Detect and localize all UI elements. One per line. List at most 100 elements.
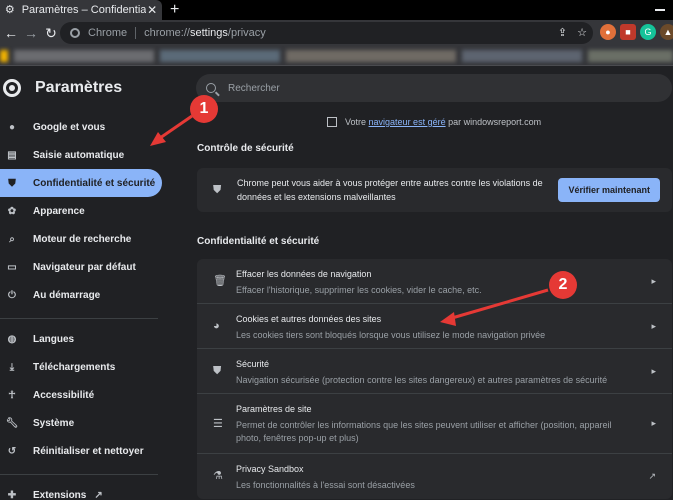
sidebar-item-label: Navigateur par défaut [33,261,136,273]
setting-name: Sécurité [236,359,270,369]
sidebar-item-default-browser[interactable]: ▭ Navigateur par défaut [0,253,164,281]
shield-check-icon: ⛊ [213,184,222,196]
sidebar-item-reset[interactable]: ↺ Réinitialiser et nettoyer [0,437,164,465]
chrome-logo [3,79,21,97]
annotation-badge-1: 1 [190,95,218,123]
divider [135,27,137,39]
chevron-right-icon: ▸ [651,366,656,376]
setting-name: Paramètres de site [236,404,312,414]
sidebar-item-label: Apparence [33,205,85,217]
download-icon: ⤓ [9,361,15,373]
sidebar-item-label: Système [33,417,75,429]
toolbar: ← → ↻ Chrome chrome:// settings /privacy… [0,20,673,46]
sidebar-item-label: Téléchargements [33,361,116,373]
wrench-icon: 🔧︎ [5,417,19,429]
history-icon: ↺ [7,445,17,457]
search-icon: ⌕ [9,233,15,245]
setting-description: Les fonctionnalités à l'essai sont désac… [236,480,415,490]
extension-icons: ● ■ G ▲ [600,24,673,40]
annotation-badge-2: 2 [549,271,577,299]
sidebar-item-label: Confidentialité et sécurité [33,177,156,189]
check-now-button[interactable]: Vérifier maintenant [558,178,660,202]
trash-icon: 🗑︎ [213,275,227,287]
palette-icon: ✿ [7,205,17,217]
setting-name: Effacer les données de navigation [236,269,372,279]
managed-suffix: par windowsreport.com [448,117,542,127]
grammarly-icon[interactable]: G [640,24,656,40]
shield-icon: ⛊ [8,177,16,189]
sidebar-item-label: Moteur de recherche [33,233,132,245]
back-button[interactable]: ← [2,24,20,42]
sidebar-item-google[interactable]: ● Google et vous [0,113,164,141]
sidebar-item-label: Langues [33,333,75,345]
external-link-icon: ↗ [94,489,103,500]
extension-icon[interactable]: ● [600,24,616,40]
shield-icon: ⛊ [213,365,222,377]
blurred-bookmarks [462,50,582,62]
sidebar-item-label: Saisie automatique [33,149,125,161]
power-icon: ⏻ [8,289,16,301]
address-bar[interactable]: Chrome chrome:// settings /privacy ⇪ ☆ [60,22,593,44]
bookmarks-bar [0,46,673,66]
person-icon: ● [8,121,16,133]
star-icon[interactable]: ☆ [577,26,587,39]
search-icon [206,83,216,93]
flask-icon: ⚗ [213,470,223,482]
setting-row-cookies[interactable]: ◕ Cookies et autres données des sites Le… [197,304,672,349]
chrome-icon [70,28,80,38]
puzzle-icon: ✚ [7,489,17,500]
chevron-right-icon: ▸ [651,276,656,286]
sidebar-item-privacy[interactable]: ⛊ Confidentialité et sécurité [0,169,162,197]
close-icon[interactable]: ✕ [146,3,158,17]
setting-description: Navigation sécurisée (protection contre … [236,375,608,385]
globe-icon: ◍ [7,333,17,345]
extension-icon[interactable]: ■ [620,24,636,40]
tab-title: Paramètres – Confidentialité et sé [21,4,147,16]
url-prefix: chrome:// [144,27,190,39]
share-icon[interactable]: ⇪ [558,26,567,39]
sidebar-item-autofill[interactable]: ▤ Saisie automatique [0,141,164,169]
sidebar-item-label: Réinitialiser et nettoyer [33,445,144,457]
browser-icon: ▭ [7,261,17,273]
tab-settings[interactable]: ⚙ Paramètres – Confidentialité et sé ✕ [0,0,162,20]
sidebar-item-label: Google et vous [33,121,106,133]
forward-button[interactable]: → [22,24,40,42]
blurred-bookmarks [286,50,456,62]
sidebar: ● Google et vous ▤ Saisie automatique ⛊ … [0,113,164,500]
sidebar-item-system[interactable]: 🔧︎ Système [0,409,164,437]
minimize-icon[interactable] [655,3,665,11]
sidebar-item-extensions[interactable]: ✚ Extensions ↗ [0,481,164,500]
section-title-safety: Contrôle de sécurité [197,143,294,154]
sidebar-item-accessibility[interactable]: ☥ Accessibilité [0,381,164,409]
sidebar-item-label: Extensions [33,489,87,500]
sliders-icon: ☰ [213,418,223,430]
building-icon [327,117,337,127]
setting-name: Privacy Sandbox [236,464,304,474]
external-link-icon: ↗ [648,471,656,481]
setting-row-clear-data[interactable]: 🗑︎ Effacer les données de navigation Eff… [197,259,672,304]
setting-row-privacy-sandbox[interactable]: ⚗ Privacy Sandbox Les fonctionnalités à … [197,454,672,499]
extension-icon[interactable]: ▲ [660,24,673,40]
managed-link[interactable]: navigateur est géré [369,117,446,127]
chrome-label: Chrome [88,27,128,39]
setting-row-security[interactable]: ⛊ Sécurité Navigation sécurisée (protect… [197,349,672,394]
blurred-bookmarks [160,50,280,62]
sidebar-item-startup[interactable]: ⏻ Au démarrage [0,281,164,309]
blurred-bookmarks [14,50,154,62]
setting-row-site-settings[interactable]: ☰ Paramètres de site Permet de contrôler… [197,394,672,454]
divider [0,465,158,475]
search-placeholder: Rechercher [228,82,280,94]
setting-name: Cookies et autres données des sites [236,314,382,324]
new-tab-button[interactable]: + [170,1,179,19]
sidebar-item-languages[interactable]: ◍ Langues [0,325,164,353]
sidebar-item-appearance[interactable]: ✿ Apparence [0,197,164,225]
clipboard-icon: ▤ [7,149,17,161]
section-title-privacy: Confidentialité et sécurité [197,236,320,247]
blurred-bookmarks [0,50,8,62]
reload-button[interactable]: ↻ [42,24,60,42]
sidebar-item-search-engine[interactable]: ⌕ Moteur de recherche [0,225,164,253]
search-input[interactable]: Rechercher [196,74,672,102]
sidebar-item-downloads[interactable]: ⤓ Téléchargements [0,353,164,381]
divider [0,309,158,319]
sidebar-item-label: Au démarrage [33,289,101,301]
